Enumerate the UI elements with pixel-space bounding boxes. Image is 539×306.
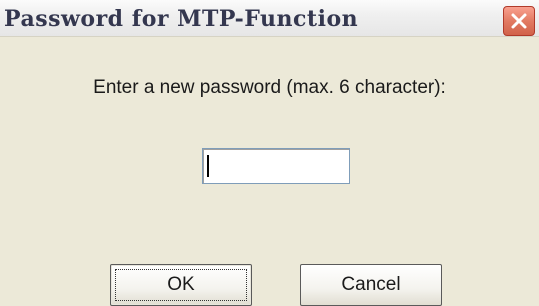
title-bar[interactable]: Password for MTP-Function xyxy=(0,0,539,37)
password-dialog: Password for MTP-Function Enter a new pa… xyxy=(0,0,539,306)
password-input[interactable] xyxy=(202,148,350,184)
close-icon xyxy=(510,12,528,30)
cancel-button-label: Cancel xyxy=(341,274,401,295)
close-button[interactable] xyxy=(503,6,535,36)
dialog-body: Enter a new password (max. 6 character):… xyxy=(0,37,539,306)
cancel-button[interactable]: Cancel xyxy=(300,264,442,306)
password-prompt-label: Enter a new password (max. 6 character): xyxy=(93,77,446,98)
ok-button-label: OK xyxy=(167,274,195,295)
text-caret xyxy=(207,155,209,177)
ok-button[interactable]: OK xyxy=(110,264,252,306)
window-title: Password for MTP-Function xyxy=(4,6,359,32)
